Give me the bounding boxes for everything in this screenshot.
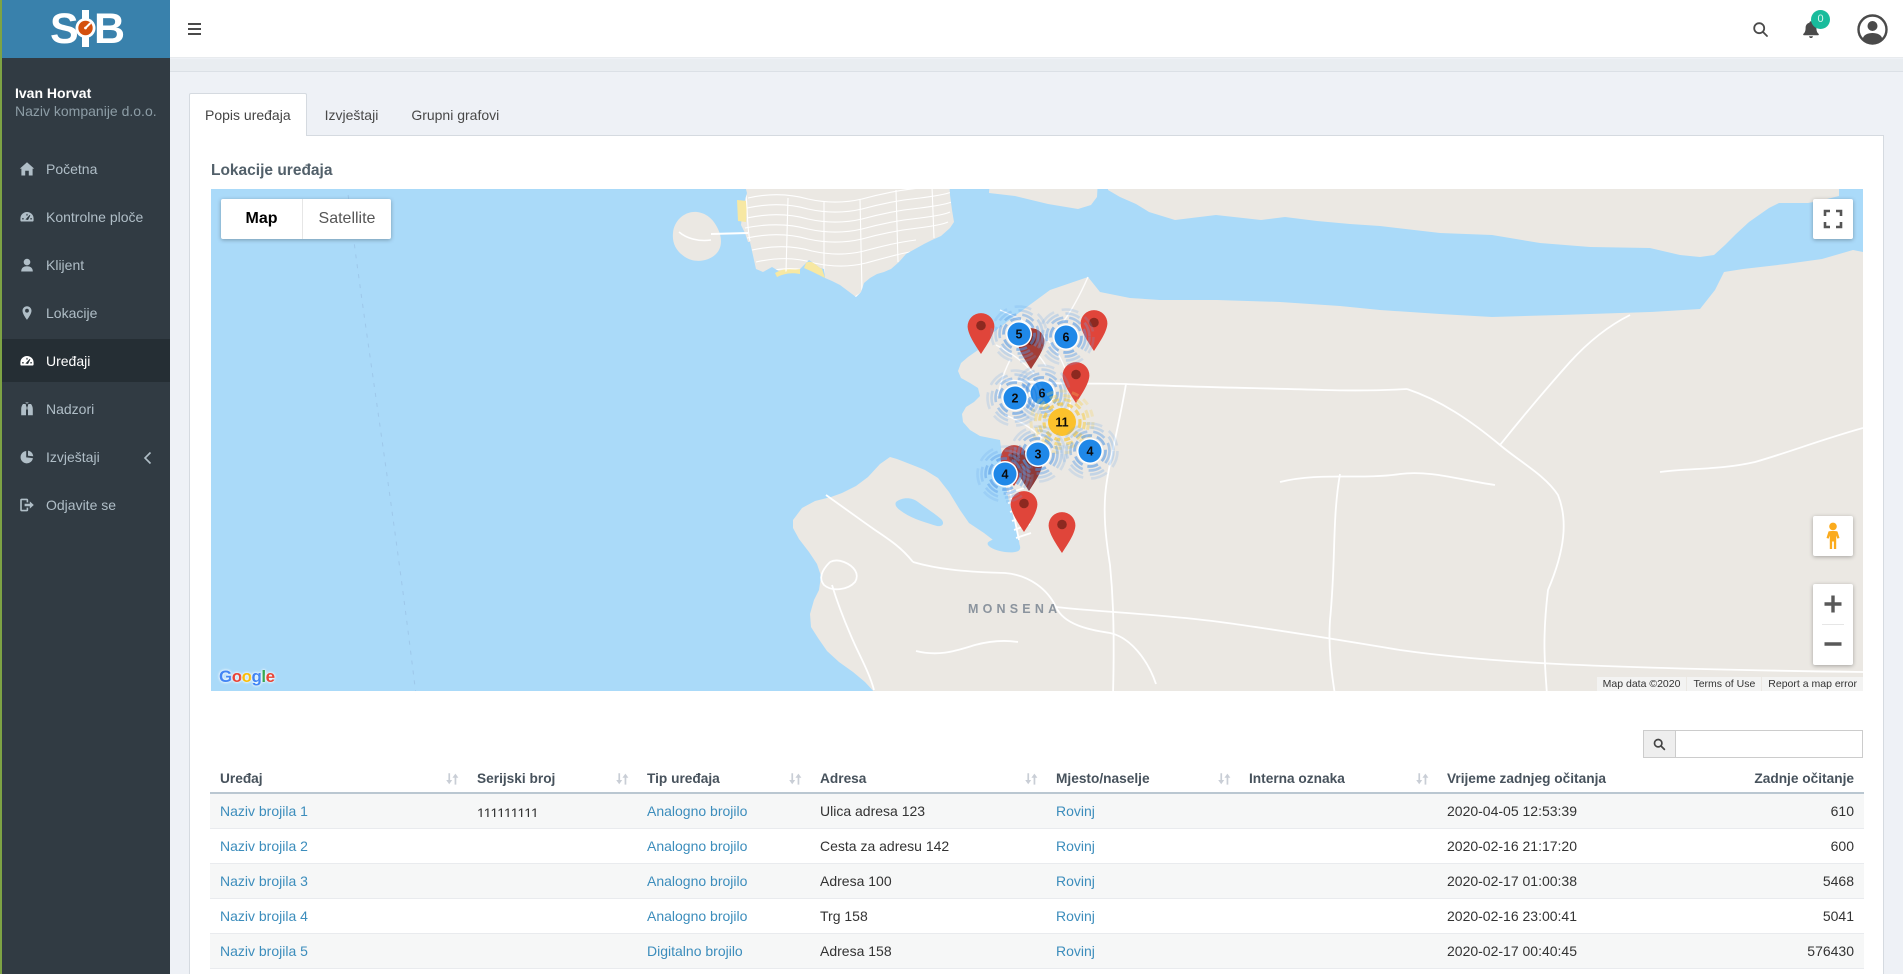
svg-text:11: 11 (1055, 415, 1068, 429)
svg-text:3: 3 (1035, 447, 1042, 461)
svg-text:2: 2 (1012, 391, 1019, 405)
svg-text:S: S (50, 5, 79, 53)
svg-text:4: 4 (1002, 467, 1009, 481)
svg-text:B: B (94, 5, 125, 53)
svg-text:4: 4 (1087, 444, 1094, 458)
svg-text:5: 5 (1016, 327, 1023, 341)
svg-text:6: 6 (1063, 330, 1070, 344)
